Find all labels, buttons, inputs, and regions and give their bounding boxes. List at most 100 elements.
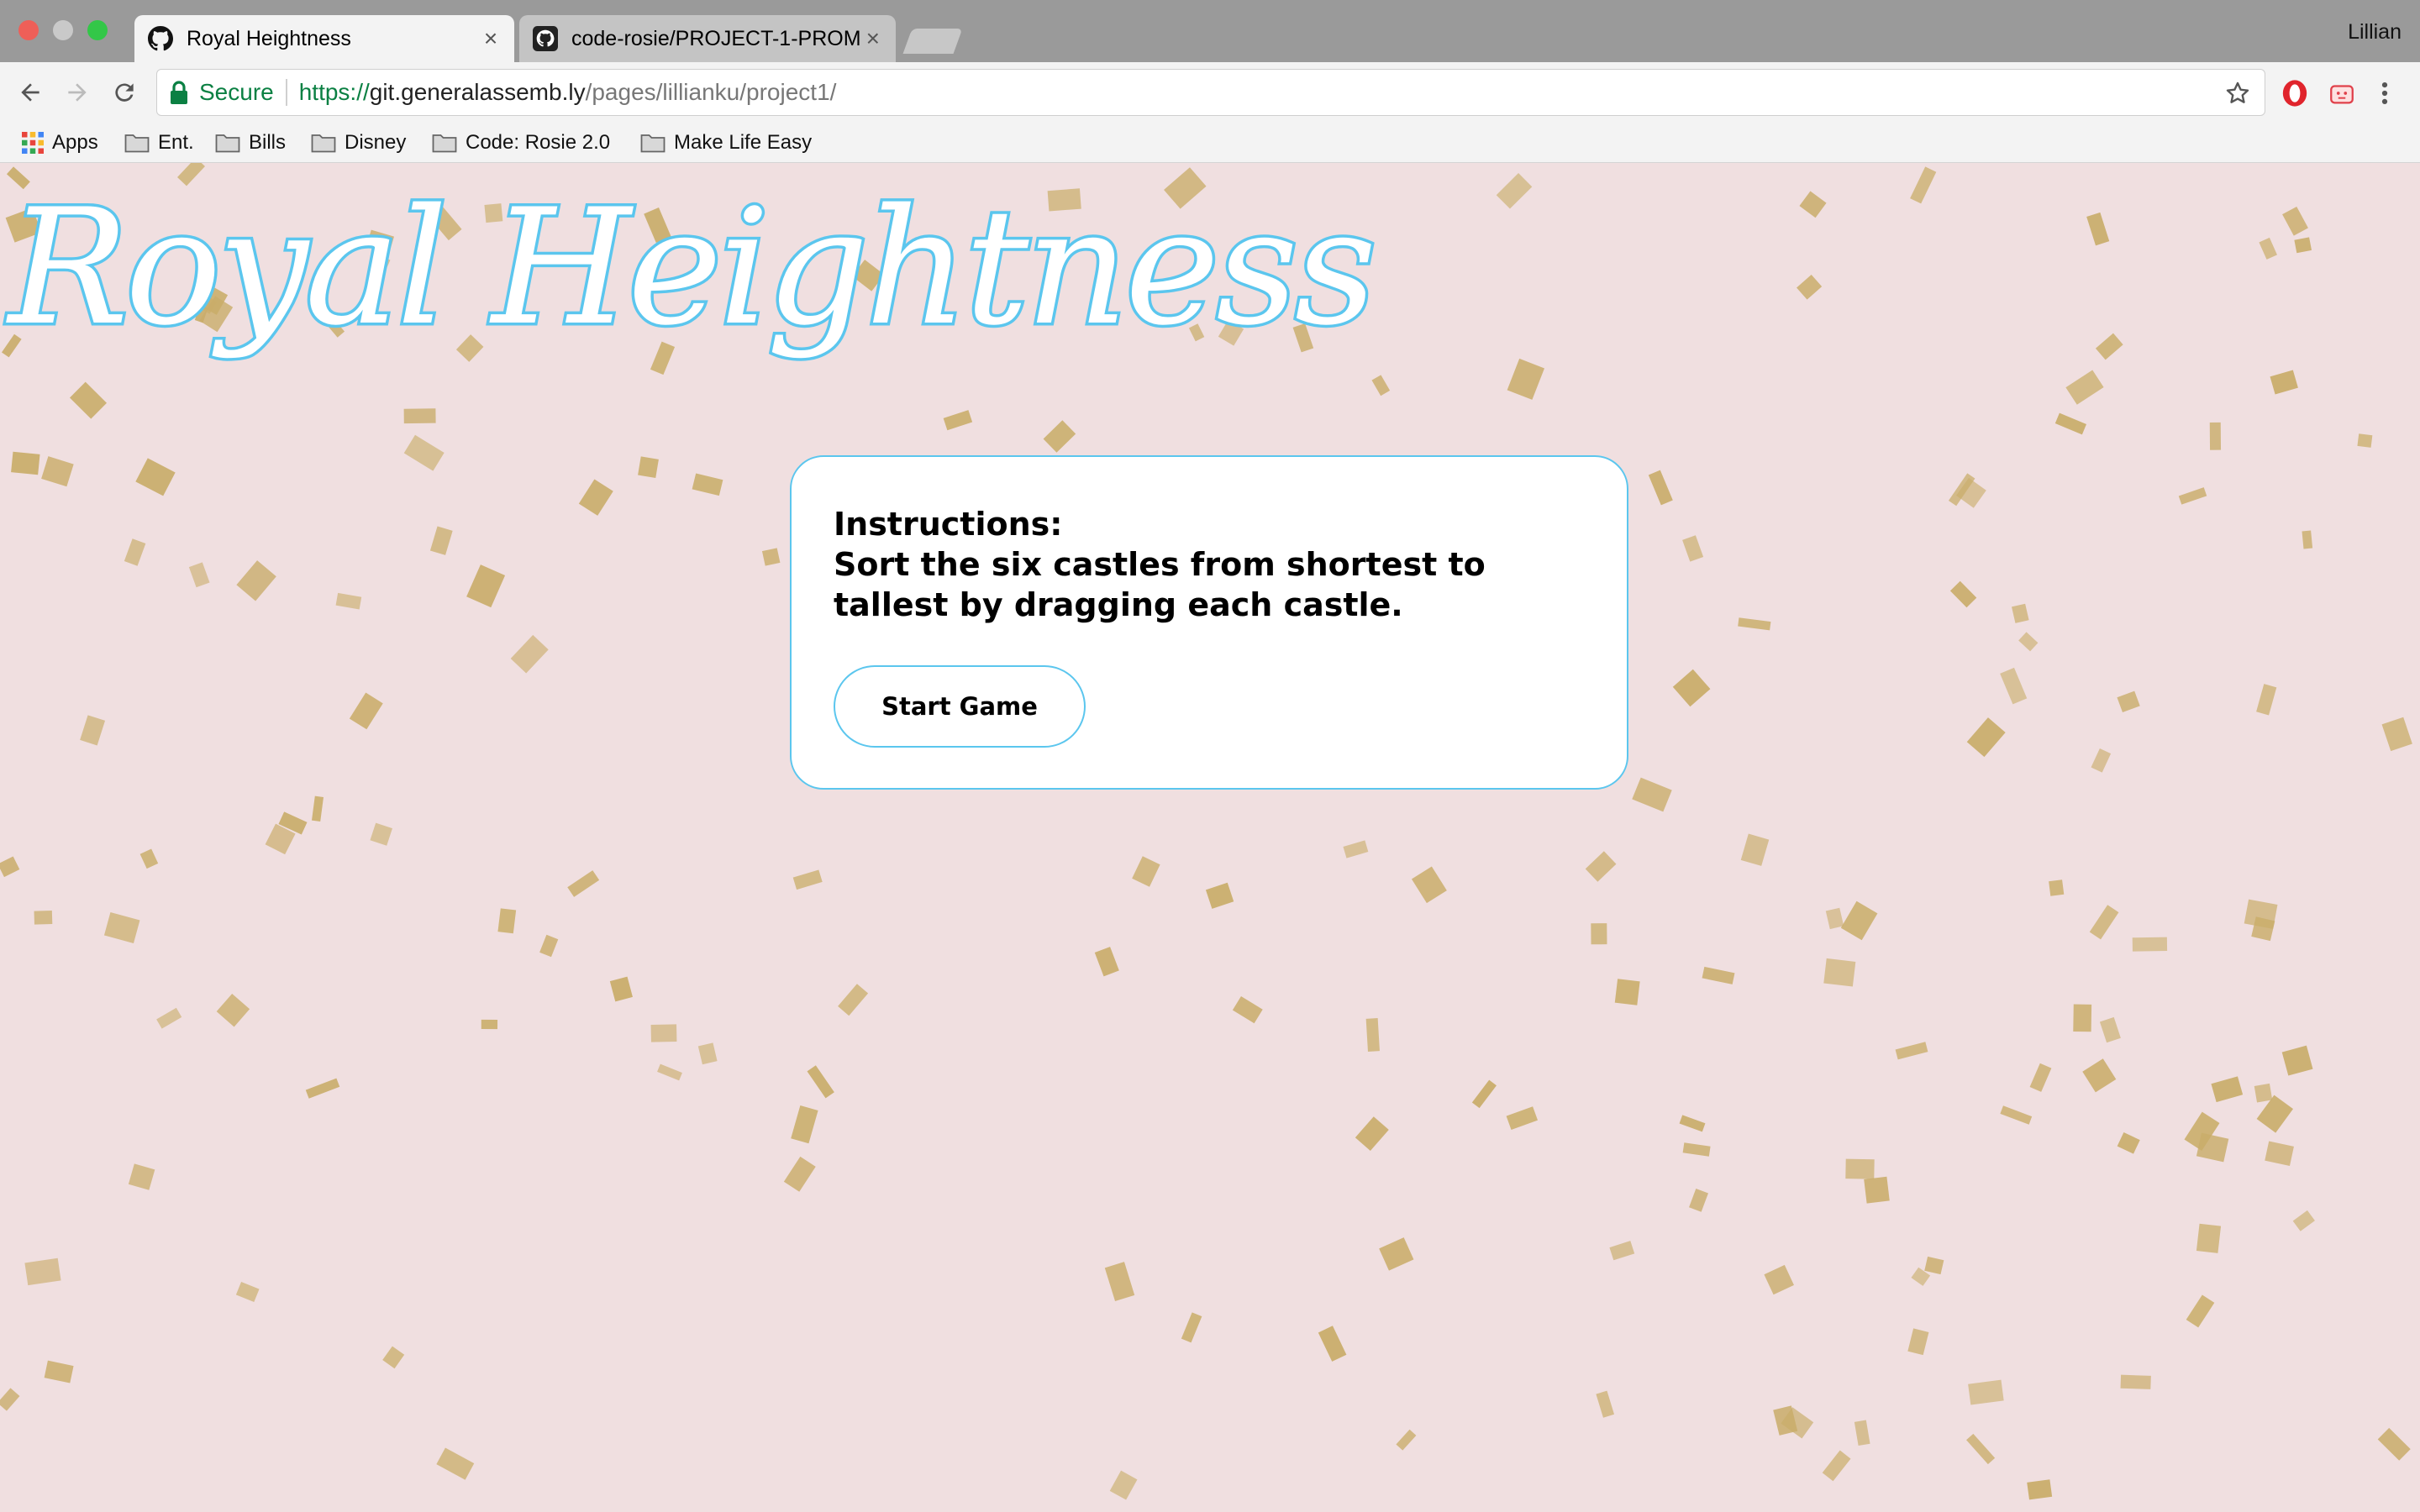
confetti-piece (2357, 433, 2373, 448)
confetti-piece (2065, 370, 2104, 405)
confetti-piece (1689, 1189, 1708, 1212)
confetti-piece (349, 692, 383, 730)
confetti-piece (429, 526, 453, 555)
confetti-piece (1596, 1390, 1615, 1418)
confetti-piece (2095, 333, 2123, 360)
confetti-piece (2178, 487, 2207, 505)
tab-royal-heightness[interactable]: Royal Heightness × (134, 15, 514, 62)
confetti-piece (103, 911, 140, 944)
confetti-piece (466, 564, 506, 608)
confetti-piece (2294, 237, 2312, 254)
confetti-piece (1585, 851, 1617, 882)
confetti-piece (1632, 777, 1672, 812)
start-game-button[interactable]: Start Game (834, 665, 1086, 748)
confetti-piece (1496, 173, 1533, 209)
confetti-piece (1825, 907, 1844, 930)
game-title-logo: Royal Heightness (5, 175, 1379, 360)
confetti-piece (2049, 879, 2065, 896)
confetti-piece (2117, 1131, 2140, 1154)
confetti-piece (1109, 1470, 1138, 1500)
omnibox-divider (285, 79, 287, 106)
folder-icon (215, 134, 240, 153)
opera-extension-icon[interactable] (2281, 79, 2309, 108)
address-bar[interactable]: Secure https:// git.generalassemb.ly /pa… (156, 69, 2265, 116)
bookmark-folder-ent[interactable]: Ent. (124, 128, 194, 158)
confetti-piece (0, 1388, 20, 1411)
confetti-piece (1648, 470, 1673, 506)
confetti-piece (2120, 1374, 2151, 1389)
bookmark-folder-make-life-easy[interactable]: Make Life Easy (640, 128, 812, 158)
bookmark-folder-code-rosie[interactable]: Code: Rosie 2.0 (432, 128, 610, 158)
confetti-piece (1181, 1312, 1202, 1343)
window-minimize-button[interactable] (53, 20, 73, 40)
confetti-piece (1738, 617, 1771, 631)
confetti-piece (1591, 923, 1607, 945)
confetti-piece (335, 592, 362, 610)
folder-icon (432, 134, 457, 153)
bookmark-apps[interactable]: Apps (22, 128, 98, 158)
url-path: /pages/lillianku/project1/ (585, 79, 837, 105)
confetti-piece (1823, 958, 1856, 987)
confetti-piece (1949, 580, 1977, 608)
confetti-piece (657, 1063, 682, 1081)
confetti-piece (1132, 856, 1160, 887)
confetti-piece (1895, 1042, 1928, 1060)
confetti-piece (436, 1447, 475, 1480)
folder-icon (124, 134, 150, 153)
confetti-piece (838, 984, 869, 1016)
confetti-piece (2265, 1141, 2294, 1167)
confetti-piece (2132, 937, 2168, 952)
confetti-piece (311, 795, 324, 822)
confetti-piece (497, 908, 517, 934)
confetti-piece (235, 1281, 260, 1303)
confetti-piece (638, 456, 659, 479)
bookmark-folder-disney[interactable]: Disney (311, 128, 406, 158)
gold-confetti-background (0, 163, 2412, 1500)
confetti-piece (128, 1163, 155, 1190)
back-arrow-icon[interactable] (12, 74, 49, 111)
confetti-piece (0, 856, 20, 878)
confetti-piece (2117, 690, 2140, 713)
confetti-piece (2018, 632, 2039, 652)
forward-arrow-icon[interactable] (59, 74, 96, 111)
confetti-piece (1343, 840, 1369, 858)
confetti-piece (1614, 979, 1640, 1005)
folder-icon (640, 134, 666, 153)
confetti-piece (2089, 905, 2119, 940)
new-tab-button[interactable] (902, 29, 963, 54)
confetti-piece (1702, 966, 1735, 984)
reload-icon[interactable] (106, 74, 143, 111)
confetti-piece (539, 934, 559, 958)
tab-code-rosie[interactable]: code-rosie/PROJECT-1-PROMP × (519, 15, 896, 62)
confetti-piece (807, 1065, 834, 1099)
confetti-piece (2196, 1132, 2229, 1163)
confetti-piece (2292, 1210, 2315, 1231)
window-close-button[interactable] (18, 20, 39, 40)
confetti-piece (1355, 1116, 1389, 1152)
close-tab-icon[interactable]: × (477, 25, 504, 52)
confetti-piece (510, 634, 549, 674)
confetti-piece (2196, 1223, 2222, 1253)
confetti-piece (1840, 900, 1878, 941)
confetti-piece (2000, 667, 2028, 705)
confetti-piece (2029, 1063, 2052, 1092)
extension-icon[interactable] (2328, 79, 2356, 108)
bookmark-star-icon[interactable] (2224, 80, 2251, 107)
confetti-piece (1411, 866, 1447, 904)
confetti-piece (1506, 1106, 1539, 1131)
confetti-piece (1371, 375, 1391, 396)
close-tab-icon[interactable]: × (860, 25, 886, 52)
confetti-piece (650, 1024, 677, 1042)
profile-name[interactable]: Lillian (2348, 20, 2402, 45)
menu-kebab-icon[interactable] (2375, 79, 2395, 108)
confetti-piece (481, 1019, 498, 1030)
window-maximize-button[interactable] (87, 20, 108, 40)
confetti-piece (124, 538, 146, 566)
bookmark-label: Code: Rosie 2.0 (466, 131, 611, 154)
bookmark-label: Bills (249, 131, 287, 154)
confetti-piece (156, 1007, 182, 1029)
confetti-piece (2282, 206, 2308, 236)
instructions-text: Sort the six castles from shortest to ta… (834, 546, 1486, 623)
bookmark-folder-bills[interactable]: Bills (215, 128, 286, 158)
confetti-piece (1854, 1420, 1870, 1446)
